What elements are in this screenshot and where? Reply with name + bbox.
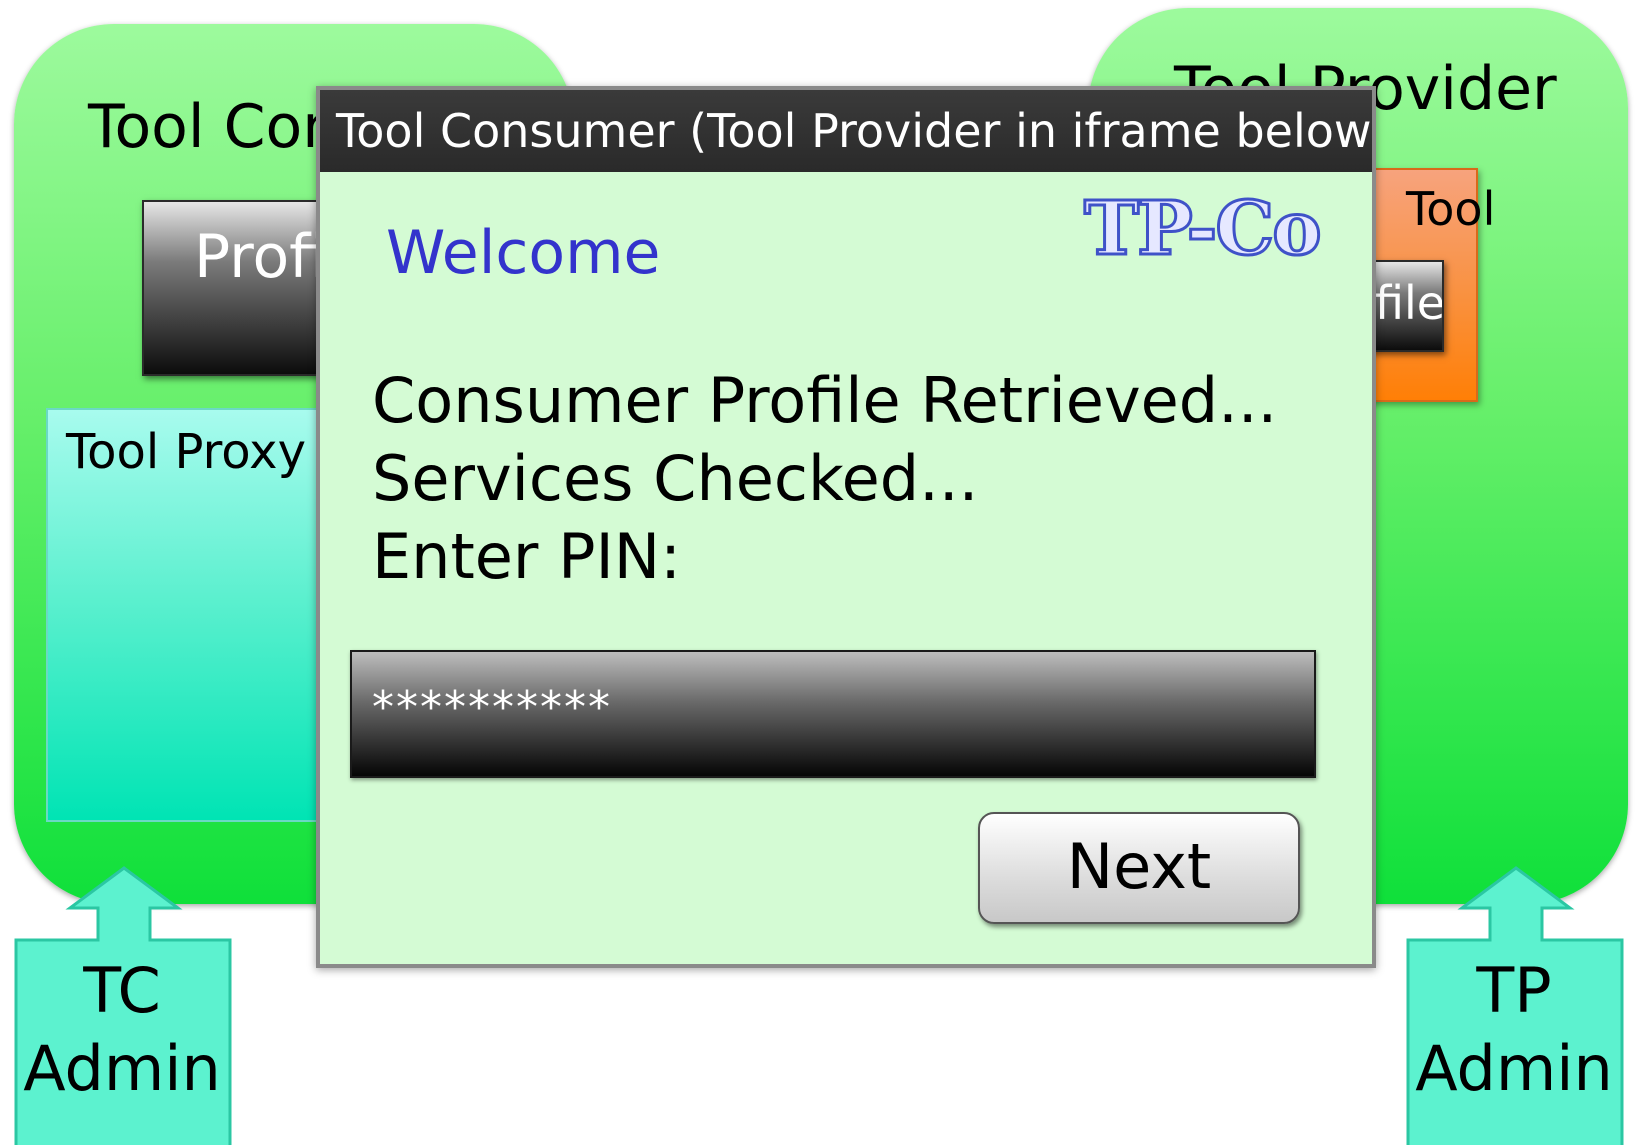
tool-proxy-label: Tool Proxy (66, 424, 306, 480)
enter-pin-label: Enter PIN: (372, 520, 682, 593)
dialog-titlebar: Tool Consumer (Tool Provider in iframe b… (320, 90, 1372, 172)
status-profile-retrieved: Consumer Profile Retrieved... (372, 364, 1278, 437)
tc-admin-line-2: Admin (23, 1032, 221, 1105)
tp-admin-label: TP Admin (1406, 952, 1622, 1108)
tc-admin-label: TC Admin (14, 952, 230, 1108)
tp-co-logo: TP-Co (1083, 185, 1324, 273)
logo-text: TP-Co (1084, 186, 1320, 272)
tc-admin-line-1: TC (83, 954, 161, 1027)
tc-admin-arrow: TC Admin (14, 866, 234, 1145)
tp-admin-arrow: TP Admin (1406, 866, 1626, 1145)
dialog-title: Tool Consumer (Tool Provider in iframe b… (336, 104, 1372, 158)
pin-input[interactable]: ********** (350, 650, 1316, 778)
tool-proxy-box: Tool Proxy (46, 408, 350, 822)
pin-value: ********** (372, 682, 612, 733)
tool-label: Tool (1406, 182, 1496, 236)
status-services-checked: Services Checked... (372, 442, 979, 515)
tool-consumer-dialog: Tool Consumer (Tool Provider in iframe b… (316, 86, 1376, 968)
next-button[interactable]: Next (978, 812, 1300, 924)
welcome-heading: Welcome (386, 218, 661, 288)
tp-admin-line-2: Admin (1415, 1032, 1613, 1105)
tp-admin-line-1: TP (1476, 954, 1552, 1027)
